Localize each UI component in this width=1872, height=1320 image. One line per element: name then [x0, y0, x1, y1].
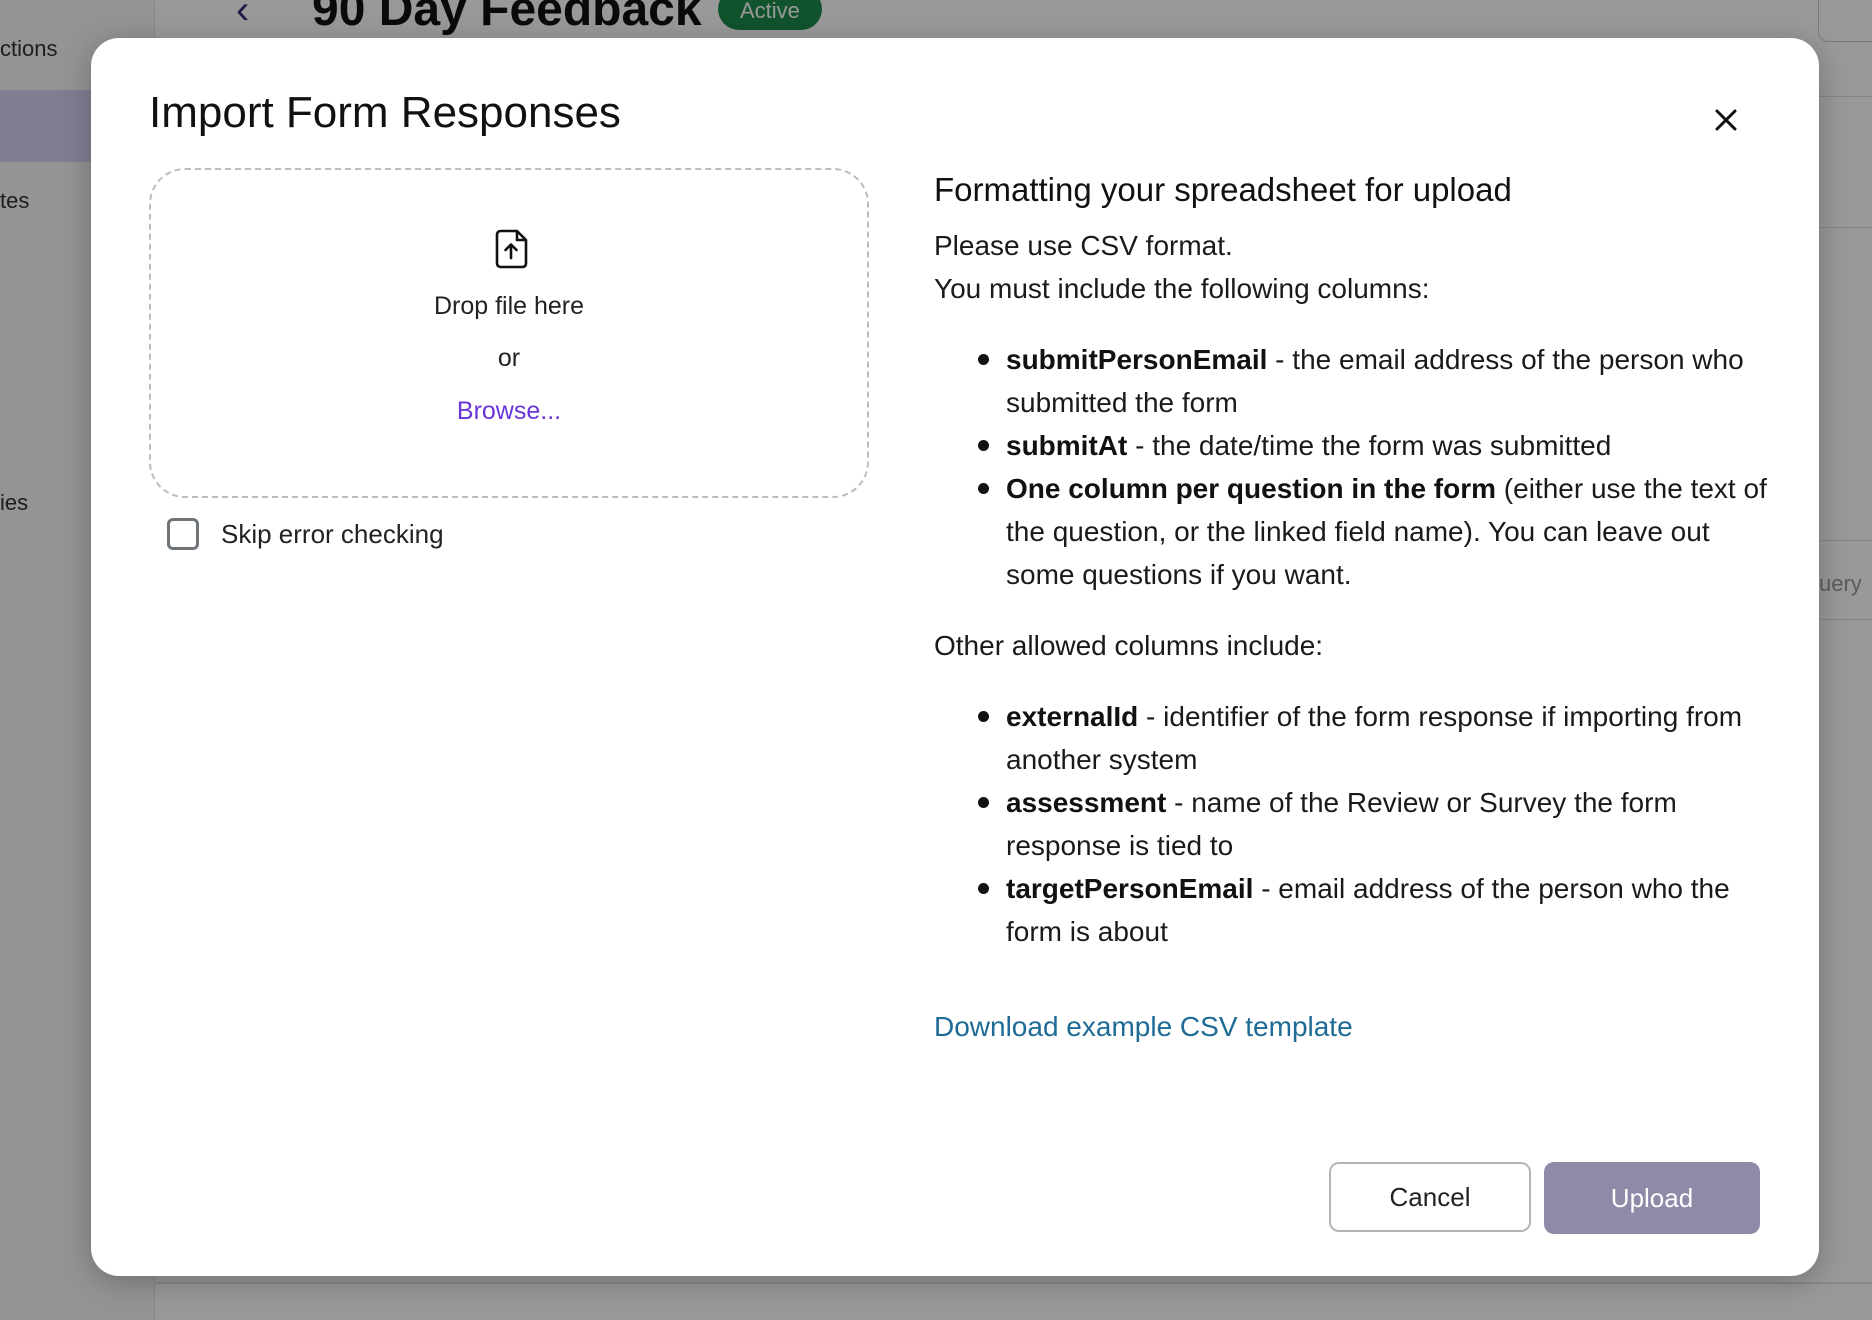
- browse-link[interactable]: Browse...: [151, 397, 867, 426]
- cancel-button[interactable]: Cancel: [1329, 1162, 1531, 1232]
- or-text: or: [497, 344, 521, 372]
- skip-error-checking-row[interactable]: Skip error checking: [167, 518, 444, 550]
- list-item: submitAt - the date/time the form was su…: [978, 424, 1784, 467]
- column-description: - the date/time the form was submitted: [1127, 430, 1612, 461]
- column-name: assessment: [1006, 787, 1167, 818]
- upload-button[interactable]: Upload: [1544, 1162, 1760, 1234]
- download-csv-template-link[interactable]: Download example CSV template: [934, 1005, 1353, 1048]
- list-item: assessment - name of the Review or Surve…: [978, 781, 1784, 867]
- list-item: submitPersonEmail - the email address of…: [978, 338, 1784, 424]
- column-name: targetPersonEmail: [1006, 873, 1254, 904]
- other-columns-intro: Other allowed columns include:: [934, 630, 1324, 661]
- import-form-responses-dialog: Import Form Responses Drop file here or …: [91, 38, 1819, 1276]
- column-name: submitPersonEmail: [1006, 344, 1268, 375]
- optional-columns-list: externalId - identifier of the form resp…: [934, 695, 1784, 953]
- close-icon: [1715, 109, 1737, 131]
- instructions-line-required: You must include the following columns:: [934, 273, 1430, 304]
- close-button[interactable]: [1704, 98, 1748, 142]
- dialog-title: Import Form Responses: [149, 88, 621, 137]
- skip-error-checking-label: Skip error checking: [221, 518, 444, 549]
- skip-error-checking-checkbox[interactable]: [167, 518, 199, 550]
- formatting-instructions: Formatting your spreadsheet for upload P…: [934, 166, 1784, 1048]
- list-item: externalId - identifier of the form resp…: [978, 695, 1784, 781]
- drop-file-text: Drop file here: [433, 292, 585, 320]
- list-item: targetPersonEmail - email address of the…: [978, 867, 1784, 953]
- file-upload-icon: [495, 229, 528, 269]
- instructions-line-csv: Please use CSV format.: [934, 230, 1233, 261]
- column-name: externalId: [1006, 701, 1139, 732]
- column-name: submitAt: [1006, 430, 1128, 461]
- list-item: One column per question in the form (eit…: [978, 467, 1784, 596]
- instructions-heading: Formatting your spreadsheet for upload: [934, 171, 1512, 208]
- column-name: One column per question in the form: [1006, 473, 1497, 504]
- file-dropzone[interactable]: Drop file here or Browse...: [149, 168, 869, 498]
- required-columns-list: submitPersonEmail - the email address of…: [934, 338, 1784, 596]
